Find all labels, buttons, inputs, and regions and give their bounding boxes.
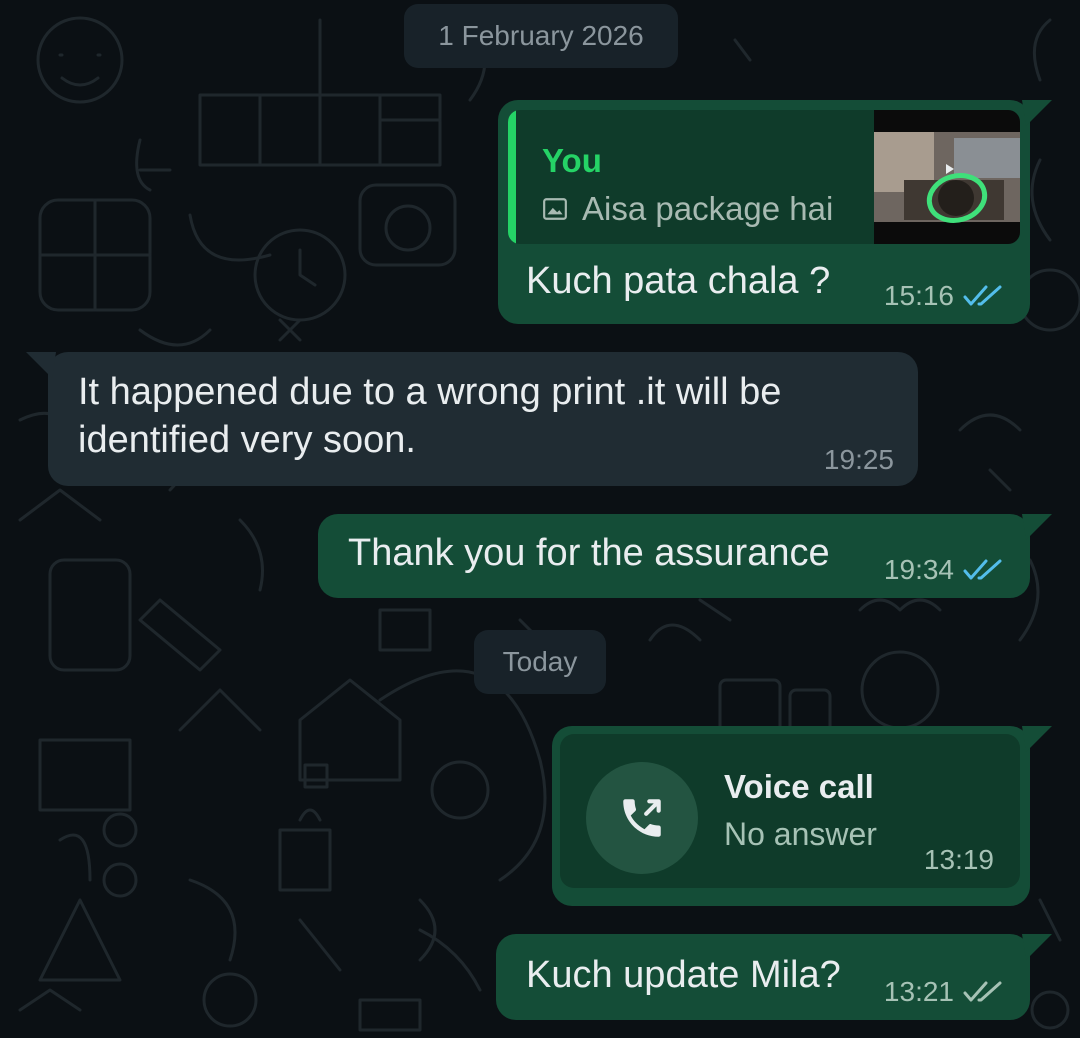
message-text: Kuch pata chala ?: [526, 260, 831, 302]
date-separator: Today: [474, 630, 606, 694]
call-icon-circle: [586, 762, 698, 874]
image-icon: [543, 198, 567, 220]
bubble-tail: [1022, 934, 1052, 960]
message-text: It happened due to a wrong print .it wil…: [78, 371, 782, 461]
bubble-tail: [1022, 726, 1052, 752]
message-meta: 15:16: [884, 280, 1006, 312]
outgoing-message-bubble[interactable]: You Aisa package hai Kuch pata chala ? 1…: [498, 100, 1052, 324]
outgoing-message-bubble[interactable]: Thank you for the assurance 19:34: [318, 514, 1052, 598]
read-ticks-icon: [963, 559, 1002, 580]
read-ticks-icon: [963, 285, 1002, 306]
message-time: 19:34: [883, 554, 954, 585]
date-label: 1 February 2026: [438, 20, 644, 51]
message-time: 13:21: [883, 976, 954, 1007]
message-meta: 19:25: [824, 444, 894, 476]
quoted-image-thumbnail: [874, 110, 1020, 244]
outgoing-message-bubble[interactable]: Kuch update Mila? 13:21: [496, 934, 1052, 1020]
bubble-tail: [1022, 514, 1052, 540]
delivered-ticks-icon: [963, 981, 1002, 1002]
quote-accent-bar: [508, 110, 516, 244]
message-time: 13:19: [923, 844, 994, 875]
message-meta: 13:19: [924, 844, 994, 876]
call-title: Voice call: [724, 768, 874, 805]
voice-call-bubble[interactable]: Voice call No answer 13:19: [552, 726, 1052, 906]
call-card[interactable]: Voice call No answer 13:19: [560, 734, 1020, 888]
message-time: 15:16: [883, 280, 954, 311]
outgoing-call-icon: [623, 799, 661, 837]
message-meta: 13:21: [884, 976, 1006, 1008]
date-label: Today: [502, 646, 578, 677]
incoming-message-bubble[interactable]: It happened due to a wrong print .it wil…: [26, 352, 918, 486]
bubble-tail: [1022, 100, 1052, 126]
message-time: 19:25: [823, 444, 894, 475]
quote-author: You: [542, 142, 602, 179]
bubble-tail: [26, 352, 56, 378]
date-separator: 1 February 2026: [404, 4, 678, 68]
message-text: Kuch update Mila?: [526, 954, 841, 996]
message-text: Thank you for the assurance: [348, 532, 830, 574]
call-status: No answer: [724, 816, 877, 852]
quoted-message[interactable]: You Aisa package hai: [508, 110, 1020, 244]
quote-text: Aisa package hai: [582, 190, 834, 227]
message-meta: 19:34: [884, 554, 1006, 586]
